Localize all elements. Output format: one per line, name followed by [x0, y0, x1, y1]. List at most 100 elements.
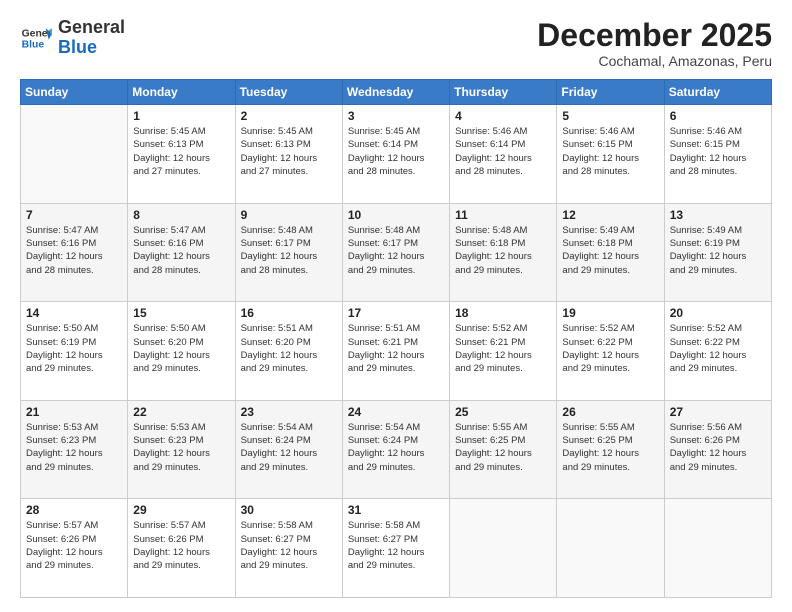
table-row — [450, 499, 557, 598]
svg-text:Blue: Blue — [22, 39, 45, 50]
table-row: 30 Sunrise: 5:58 AMSunset: 6:27 PMDayligh… — [235, 499, 342, 598]
table-row: 26Sunrise: 5:55 AMSunset: 6:25 PMDayligh… — [557, 400, 664, 499]
day-number: 10 — [348, 208, 444, 222]
table-row: 19 Sunrise: 5:52 AMSunset: 6:22 PMDayligh… — [557, 302, 664, 401]
table-row: 11 Sunrise: 5:48 AMSunset: 6:18 PMDayligh… — [450, 203, 557, 302]
general-blue-icon: General Blue — [20, 22, 52, 54]
header: General Blue General Blue December 2025 … — [20, 18, 772, 69]
day-info: Sunrise: 5:48 AMSunset: 6:17 PMDaylight:… — [241, 224, 337, 277]
day-info: Sunrise: 5:52 AMSunset: 6:22 PMDaylight:… — [562, 322, 658, 375]
day-number: 21 — [26, 405, 122, 419]
day-info: Sunrise: 5:45 AMSunset: 6:13 PMDaylight:… — [241, 125, 337, 178]
page: General Blue General Blue December 2025 … — [0, 0, 792, 612]
day-number: 11 — [455, 208, 551, 222]
day-number: 28 — [26, 503, 122, 517]
table-row: 31Sunrise: 5:58 AMSunset: 6:27 PMDayligh… — [342, 499, 449, 598]
day-info: Sunrise: 5:54 AMSunset: 6:24 PMDaylight:… — [241, 421, 337, 474]
day-info: Sunrise: 5:51 AMSunset: 6:20 PMDaylight:… — [241, 322, 337, 375]
day-number: 14 — [26, 306, 122, 320]
day-info: Sunrise: 5:45 AMSunset: 6:14 PMDaylight:… — [348, 125, 444, 178]
day-number: 12 — [562, 208, 658, 222]
calendar-table: Sunday Monday Tuesday Wednesday Thursday… — [20, 79, 772, 598]
day-info: Sunrise: 5:50 AMSunset: 6:20 PMDaylight:… — [133, 322, 229, 375]
day-number: 22 — [133, 405, 229, 419]
table-row: 2 Sunrise: 5:45 AMSunset: 6:13 PMDaylight… — [235, 105, 342, 204]
calendar-week-row: 7Sunrise: 5:47 AMSunset: 6:16 PMDaylight… — [21, 203, 772, 302]
calendar-week-row: 28 Sunrise: 5:57 AMSunset: 6:26 PMDayligh… — [21, 499, 772, 598]
day-number: 20 — [670, 306, 766, 320]
table-row: 20 Sunrise: 5:52 AMSunset: 6:22 PMDayligh… — [664, 302, 771, 401]
col-friday: Friday — [557, 80, 664, 105]
table-row: 27Sunrise: 5:56 AMSunset: 6:26 PMDayligh… — [664, 400, 771, 499]
col-sunday: Sunday — [21, 80, 128, 105]
title-area: December 2025 Cochamal, Amazonas, Peru — [537, 18, 772, 69]
day-number: 17 — [348, 306, 444, 320]
day-info: Sunrise: 5:46 AMSunset: 6:14 PMDaylight:… — [455, 125, 551, 178]
day-info: Sunrise: 5:48 AMSunset: 6:17 PMDaylight:… — [348, 224, 444, 277]
day-info: Sunrise: 5:58 AMSunset: 6:27 PMDaylight:… — [348, 519, 444, 572]
table-row: 21Sunrise: 5:53 AMSunset: 6:23 PMDayligh… — [21, 400, 128, 499]
table-row: 22Sunrise: 5:53 AMSunset: 6:23 PMDayligh… — [128, 400, 235, 499]
day-number: 23 — [241, 405, 337, 419]
day-info: Sunrise: 5:57 AMSunset: 6:26 PMDaylight:… — [133, 519, 229, 572]
day-number: 5 — [562, 109, 658, 123]
col-thursday: Thursday — [450, 80, 557, 105]
logo-general: General — [58, 18, 125, 38]
day-number: 29 — [133, 503, 229, 517]
table-row: 28 Sunrise: 5:57 AMSunset: 6:26 PMDayligh… — [21, 499, 128, 598]
day-info: Sunrise: 5:49 AMSunset: 6:19 PMDaylight:… — [670, 224, 766, 277]
day-info: Sunrise: 5:48 AMSunset: 6:18 PMDaylight:… — [455, 224, 551, 277]
table-row — [557, 499, 664, 598]
day-info: Sunrise: 5:54 AMSunset: 6:24 PMDaylight:… — [348, 421, 444, 474]
day-number: 4 — [455, 109, 551, 123]
table-row: 10 Sunrise: 5:48 AMSunset: 6:17 PMDayligh… — [342, 203, 449, 302]
day-number: 25 — [455, 405, 551, 419]
table-row: 23 Sunrise: 5:54 AMSunset: 6:24 PMDayligh… — [235, 400, 342, 499]
day-number: 27 — [670, 405, 766, 419]
table-row: 15Sunrise: 5:50 AMSunset: 6:20 PMDayligh… — [128, 302, 235, 401]
day-number: 8 — [133, 208, 229, 222]
calendar-header-row: Sunday Monday Tuesday Wednesday Thursday… — [21, 80, 772, 105]
day-info: Sunrise: 5:49 AMSunset: 6:18 PMDaylight:… — [562, 224, 658, 277]
day-info: Sunrise: 5:50 AMSunset: 6:19 PMDaylight:… — [26, 322, 122, 375]
day-info: Sunrise: 5:47 AMSunset: 6:16 PMDaylight:… — [26, 224, 122, 277]
table-row: 29 Sunrise: 5:57 AMSunset: 6:26 PMDayligh… — [128, 499, 235, 598]
day-info: Sunrise: 5:58 AMSunset: 6:27 PMDaylight:… — [241, 519, 337, 572]
col-monday: Monday — [128, 80, 235, 105]
table-row: 24 Sunrise: 5:54 AMSunset: 6:24 PMDayligh… — [342, 400, 449, 499]
day-number: 16 — [241, 306, 337, 320]
logo-blue: Blue — [58, 38, 125, 58]
table-row: 6Sunrise: 5:46 AMSunset: 6:15 PMDaylight… — [664, 105, 771, 204]
table-row — [664, 499, 771, 598]
day-number: 3 — [348, 109, 444, 123]
day-info: Sunrise: 5:55 AMSunset: 6:25 PMDaylight:… — [455, 421, 551, 474]
table-row: 4 Sunrise: 5:46 AMSunset: 6:14 PMDaylight… — [450, 105, 557, 204]
col-saturday: Saturday — [664, 80, 771, 105]
table-row — [21, 105, 128, 204]
table-row: 9 Sunrise: 5:48 AMSunset: 6:17 PMDaylight… — [235, 203, 342, 302]
table-row: 17Sunrise: 5:51 AMSunset: 6:21 PMDayligh… — [342, 302, 449, 401]
table-row: 7Sunrise: 5:47 AMSunset: 6:16 PMDaylight… — [21, 203, 128, 302]
day-info: Sunrise: 5:57 AMSunset: 6:26 PMDaylight:… — [26, 519, 122, 572]
table-row: 3 Sunrise: 5:45 AMSunset: 6:14 PMDaylight… — [342, 105, 449, 204]
day-number: 18 — [455, 306, 551, 320]
col-tuesday: Tuesday — [235, 80, 342, 105]
day-number: 2 — [241, 109, 337, 123]
day-number: 1 — [133, 109, 229, 123]
day-number: 9 — [241, 208, 337, 222]
logo: General Blue General Blue — [20, 18, 125, 58]
logo-text: General Blue — [58, 18, 125, 58]
day-number: 24 — [348, 405, 444, 419]
day-info: Sunrise: 5:47 AMSunset: 6:16 PMDaylight:… — [133, 224, 229, 277]
day-number: 19 — [562, 306, 658, 320]
day-info: Sunrise: 5:52 AMSunset: 6:22 PMDaylight:… — [670, 322, 766, 375]
table-row: 1Sunrise: 5:45 AMSunset: 6:13 PMDaylight… — [128, 105, 235, 204]
day-info: Sunrise: 5:46 AMSunset: 6:15 PMDaylight:… — [670, 125, 766, 178]
day-number: 26 — [562, 405, 658, 419]
day-number: 30 — [241, 503, 337, 517]
table-row: 13Sunrise: 5:49 AMSunset: 6:19 PMDayligh… — [664, 203, 771, 302]
table-row: 14 Sunrise: 5:50 AMSunset: 6:19 PMDayligh… — [21, 302, 128, 401]
table-row: 8 Sunrise: 5:47 AMSunset: 6:16 PMDaylight… — [128, 203, 235, 302]
day-info: Sunrise: 5:52 AMSunset: 6:21 PMDaylight:… — [455, 322, 551, 375]
table-row: 25 Sunrise: 5:55 AMSunset: 6:25 PMDayligh… — [450, 400, 557, 499]
